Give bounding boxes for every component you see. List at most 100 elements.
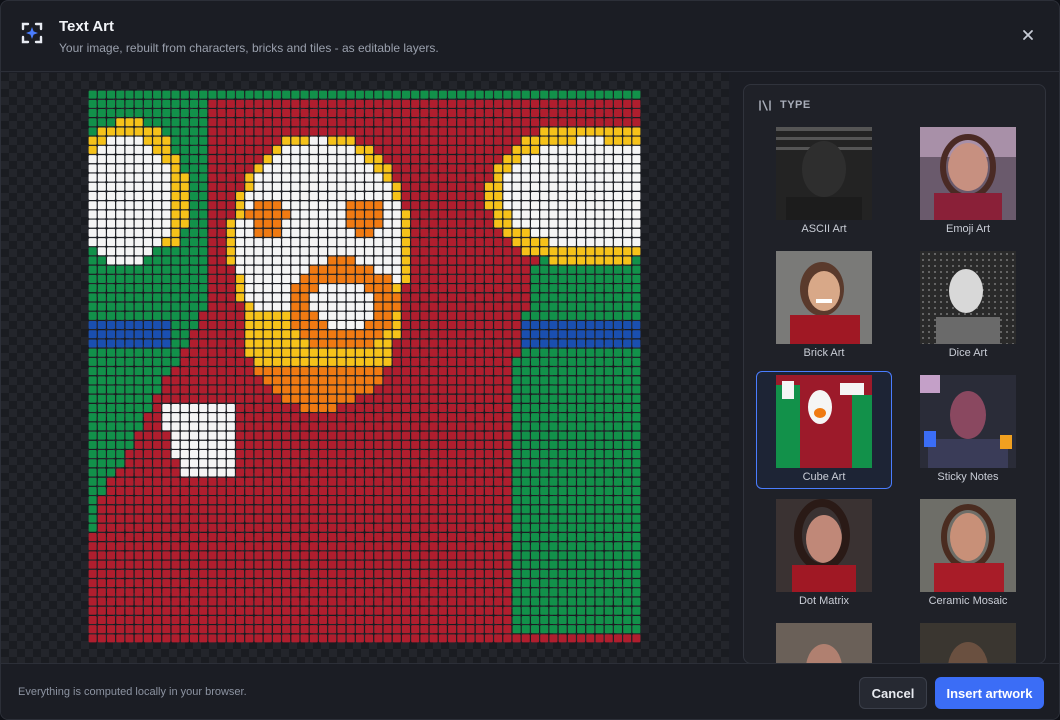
- cube-tile: [549, 238, 558, 247]
- cube-tile: [226, 514, 235, 523]
- cube-tile: [226, 468, 235, 477]
- cube-tile: [88, 486, 97, 495]
- cancel-button[interactable]: Cancel: [859, 677, 927, 709]
- cube-tile: [291, 597, 300, 606]
- cube-tile: [567, 256, 576, 265]
- cube-tile: [189, 385, 198, 394]
- cube-tile: [272, 293, 281, 302]
- style-card[interactable]: Sticky Notes: [900, 371, 1036, 489]
- cube-tile: [272, 238, 281, 247]
- cube-tile: [438, 560, 447, 569]
- cube-tile: [365, 173, 374, 182]
- cube-tile: [309, 339, 318, 348]
- cube-tile: [355, 422, 364, 431]
- cube-tile: [245, 191, 254, 200]
- style-card[interactable]: Ceramic Mosaic: [900, 495, 1036, 613]
- cube-tile: [623, 321, 632, 330]
- cube-tile: [162, 533, 171, 542]
- cube-tile: [236, 597, 245, 606]
- cube-tile: [291, 339, 300, 348]
- cube-tile: [355, 127, 364, 136]
- cube-tile: [586, 606, 595, 615]
- cube-tile: [420, 330, 429, 339]
- cube-tile: [577, 348, 586, 357]
- cube-tile: [245, 155, 254, 164]
- cube-tile: [254, 422, 263, 431]
- cube-tile: [374, 477, 383, 486]
- cube-tile: [291, 588, 300, 597]
- cube-tile: [199, 597, 208, 606]
- insert-artwork-button[interactable]: Insert artwork: [935, 677, 1044, 709]
- cube-tile: [282, 486, 291, 495]
- cube-tile: [512, 274, 521, 283]
- cube-tile: [291, 219, 300, 228]
- cube-tile: [632, 256, 641, 265]
- style-card[interactable]: ASCII Art: [756, 123, 892, 241]
- cube-tile: [457, 155, 466, 164]
- style-card[interactable]: Cube Art: [756, 371, 892, 489]
- style-card[interactable]: Brick Art: [756, 247, 892, 365]
- cube-tile: [411, 293, 420, 302]
- style-card[interactable]: Dot Matrix: [756, 495, 892, 613]
- cube-tile: [623, 247, 632, 256]
- cube-tile: [226, 357, 235, 366]
- cube-tile: [549, 274, 558, 283]
- cube-tile: [236, 136, 245, 145]
- cube-tile: [309, 505, 318, 514]
- cube-tile: [300, 523, 309, 532]
- cube-tile: [355, 302, 364, 311]
- cube-tile: [337, 496, 346, 505]
- cube-tile: [125, 542, 134, 551]
- cube-tile: [97, 339, 106, 348]
- cube-tile: [328, 450, 337, 459]
- cube-tile: [199, 311, 208, 320]
- cube-tile: [429, 450, 438, 459]
- cube-tile: [494, 450, 503, 459]
- cube-tile: [153, 431, 162, 440]
- cube-tile: [586, 477, 595, 486]
- style-card[interactable]: Emoji Art: [900, 123, 1036, 241]
- cube-tile: [411, 321, 420, 330]
- cube-tile: [143, 238, 152, 247]
- cube-tile: [116, 606, 125, 615]
- style-card[interactable]: [756, 619, 892, 663]
- cube-tile: [125, 265, 134, 274]
- cube-tile: [521, 615, 530, 624]
- cube-tile: [263, 228, 272, 237]
- cube-tile: [272, 99, 281, 108]
- cube-tile: [374, 90, 383, 99]
- cube-tile: [97, 459, 106, 468]
- cube-tile: [272, 302, 281, 311]
- cube-tile: [567, 155, 576, 164]
- cube-tile: [226, 634, 235, 643]
- cube-tile: [88, 477, 97, 486]
- cube-tile: [521, 293, 530, 302]
- cube-tile: [494, 505, 503, 514]
- cube-tile: [125, 560, 134, 569]
- cube-tile: [448, 413, 457, 422]
- cube-tile: [226, 274, 235, 283]
- cube-tile: [531, 367, 540, 376]
- cube-tile: [180, 468, 189, 477]
- cube-tile: [134, 468, 143, 477]
- cube-tile: [531, 330, 540, 339]
- cube-tile: [217, 173, 226, 182]
- cube-tile: [309, 597, 318, 606]
- cube-tile: [595, 403, 604, 412]
- cube-tile: [429, 219, 438, 228]
- cube-tile: [337, 284, 346, 293]
- cube-tile: [374, 459, 383, 468]
- cube-tile: [282, 284, 291, 293]
- cube-tile: [623, 505, 632, 514]
- cube-tile: [383, 523, 392, 532]
- cube-tile: [171, 505, 180, 514]
- cube-tile: [254, 588, 263, 597]
- cube-tile: [457, 173, 466, 182]
- cube-tile: [623, 385, 632, 394]
- cube-tile: [217, 348, 226, 357]
- close-button[interactable]: [1017, 24, 1039, 46]
- style-card[interactable]: Dice Art: [900, 247, 1036, 365]
- cube-tile: [88, 182, 97, 191]
- cube-tile: [337, 450, 346, 459]
- style-card[interactable]: [900, 619, 1036, 663]
